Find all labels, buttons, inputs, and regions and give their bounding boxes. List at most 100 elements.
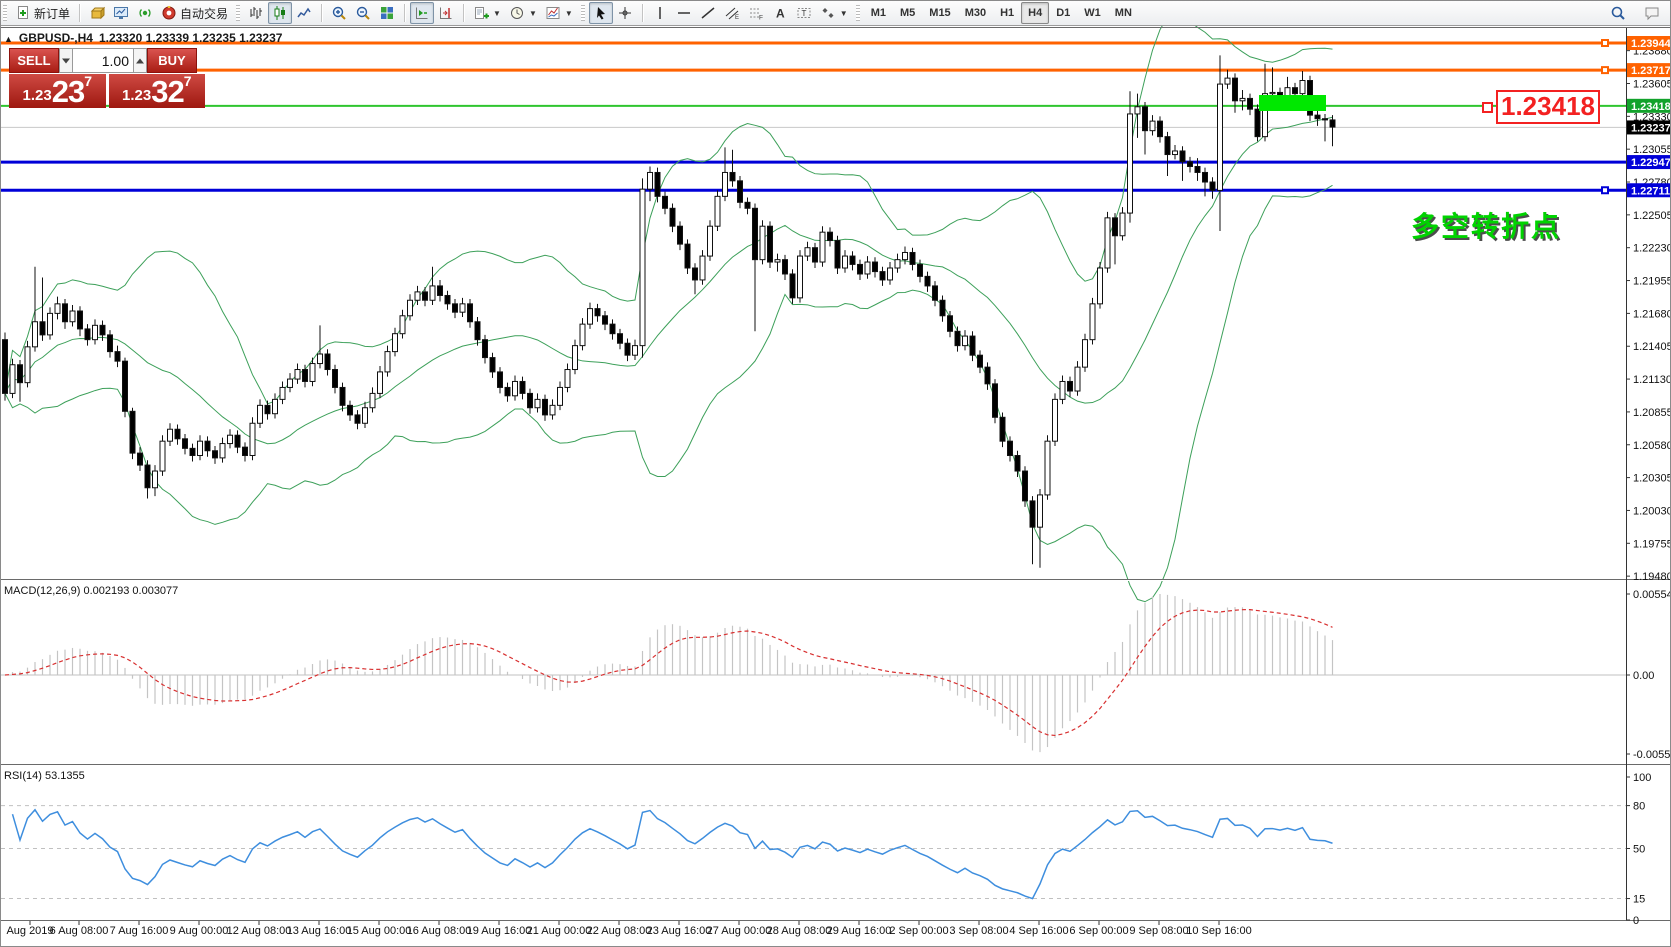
bull-candle xyxy=(48,313,53,334)
sell-price[interactable]: 1.23 23 7 xyxy=(9,74,106,108)
buy-price[interactable]: 1.23 32 7 xyxy=(109,74,206,108)
timeframe-m30-button[interactable]: M30 xyxy=(958,2,993,24)
price-tick-label: 1.23605 xyxy=(1633,78,1671,90)
bear-candle xyxy=(670,208,675,226)
fibo-icon: F xyxy=(748,5,764,21)
text-button[interactable]: A xyxy=(768,2,792,24)
volume-decrease-button[interactable] xyxy=(59,48,73,73)
price-callout[interactable]: 1.23418 xyxy=(1496,90,1600,124)
auto-trading-button[interactable]: 自动交易 xyxy=(157,2,232,24)
new-order-button[interactable]: 新订单 xyxy=(11,2,74,24)
bear-candle xyxy=(685,244,690,268)
date-tick-label: 4 Sep 16:00 xyxy=(1009,925,1068,937)
line-anchor-marker[interactable] xyxy=(1602,67,1608,73)
bear-candle xyxy=(520,381,525,393)
timeframe-m5-button[interactable]: M5 xyxy=(893,2,922,24)
zoom-out-button[interactable] xyxy=(351,2,375,24)
bull-candle xyxy=(1135,107,1140,114)
channel-button[interactable]: E xyxy=(720,2,744,24)
zoom-in-icon xyxy=(331,5,347,21)
highlight-box[interactable] xyxy=(1259,95,1326,111)
toolbar-grip[interactable] xyxy=(236,5,240,21)
candlestick-mode-button[interactable] xyxy=(268,2,292,24)
rsi-axis-label: 80 xyxy=(1633,801,1645,813)
bear-candle xyxy=(190,448,195,455)
buy-button[interactable]: BUY xyxy=(147,48,197,73)
vertical-line-button[interactable] xyxy=(648,2,672,24)
fibonacci-button[interactable]: F xyxy=(744,2,768,24)
chevron-down-icon[interactable]: ▼ xyxy=(565,9,573,18)
auto-scroll-button[interactable] xyxy=(410,2,434,24)
robot-icon xyxy=(161,5,177,21)
chat-icon[interactable] xyxy=(1640,2,1664,24)
periods-button[interactable]: ▼ xyxy=(505,2,541,24)
tile-windows-button[interactable] xyxy=(375,2,399,24)
chevron-down-icon[interactable]: ▼ xyxy=(529,9,537,18)
date-tick-label: 6 Sep 00:00 xyxy=(1069,925,1128,937)
indicators-button[interactable]: ▼ xyxy=(469,2,505,24)
bar-chart-mode-button[interactable] xyxy=(244,2,268,24)
chevron-down-icon[interactable]: ▼ xyxy=(840,9,848,18)
signals-button[interactable] xyxy=(133,2,157,24)
bear-candle xyxy=(940,300,945,316)
svg-text:A: A xyxy=(776,7,785,21)
bear-candle xyxy=(828,232,833,240)
chart-expander-icon[interactable]: ▲ xyxy=(4,34,13,44)
bear-candle xyxy=(978,355,983,367)
volume-increase-button[interactable] xyxy=(133,48,147,73)
bull-candle xyxy=(415,292,420,300)
toolbar-grip[interactable] xyxy=(581,5,585,21)
trendline-button[interactable] xyxy=(696,2,720,24)
crosshair-button[interactable] xyxy=(613,2,637,24)
timeframe-w1-button[interactable]: W1 xyxy=(1077,2,1108,24)
callout-anchor-marker[interactable] xyxy=(1482,102,1493,113)
bull-candle xyxy=(640,189,645,345)
signal-icon xyxy=(137,5,153,21)
search-icon[interactable] xyxy=(1606,2,1630,24)
date-tick-label: 19 Aug 16:00 xyxy=(467,925,532,937)
annotation-text[interactable]: 多空转折点 xyxy=(1411,205,1561,245)
toolbar-grip[interactable] xyxy=(3,5,7,21)
bull-candle xyxy=(588,309,593,325)
timeframe-h4-button[interactable]: H4 xyxy=(1021,2,1049,24)
bull-candle xyxy=(363,408,368,424)
price-tick-label: 1.21955 xyxy=(1633,276,1671,288)
date-tick-label: 28 Aug 08:00 xyxy=(767,925,832,937)
price-axis[interactable]: 1.238801.236051.233301.230551.227801.225… xyxy=(1626,36,1671,583)
line-anchor-marker[interactable] xyxy=(1602,40,1608,46)
chevron-down-icon[interactable]: ▼ xyxy=(493,9,501,18)
bollinger-middle-band xyxy=(5,117,1333,444)
bull-candle xyxy=(295,370,300,380)
bear-candle xyxy=(970,336,975,355)
chart-area[interactable]: 1.238801.236051.233301.230551.227801.225… xyxy=(1,25,1671,947)
volume-input[interactable] xyxy=(73,48,133,73)
line-anchor-marker[interactable] xyxy=(1602,187,1608,193)
zoom-in-button[interactable] xyxy=(327,2,351,24)
bear-candle xyxy=(498,372,503,388)
bull-candle xyxy=(430,286,435,300)
market-window-button[interactable] xyxy=(109,2,133,24)
sell-button[interactable]: SELL xyxy=(9,48,59,73)
chart-shift-button[interactable] xyxy=(434,2,458,24)
price-chart[interactable]: 1.238801.236051.233301.230551.227801.225… xyxy=(1,25,1671,947)
timeframe-mn-button[interactable]: MN xyxy=(1108,2,1139,24)
toolbar-grip[interactable] xyxy=(856,5,860,21)
shapes-button[interactable]: ▼ xyxy=(816,2,852,24)
timeframe-d1-button[interactable]: D1 xyxy=(1049,2,1077,24)
cursor-button[interactable] xyxy=(589,2,613,24)
timeframe-m1-button[interactable]: M1 xyxy=(864,2,893,24)
horizontal-line-button[interactable] xyxy=(672,2,696,24)
styler-button[interactable] xyxy=(85,2,109,24)
bull-candle xyxy=(393,334,398,352)
line-chart-mode-button[interactable] xyxy=(292,2,316,24)
date-tick-label: 13 Aug 16:00 xyxy=(287,925,352,937)
label-button[interactable]: T xyxy=(792,2,816,24)
templates-button[interactable]: ▼ xyxy=(541,2,577,24)
macd-axis-label: -0.005583 xyxy=(1633,749,1671,761)
timeframe-m15-button[interactable]: M15 xyxy=(922,2,957,24)
bear-candle xyxy=(63,304,68,322)
bull-candle xyxy=(1240,98,1245,100)
bear-candle xyxy=(1165,137,1170,155)
timeframe-h1-button[interactable]: H1 xyxy=(993,2,1021,24)
date-axis[interactable]: Aug 20196 Aug 08:007 Aug 16:009 Aug 00:0… xyxy=(6,921,1251,937)
